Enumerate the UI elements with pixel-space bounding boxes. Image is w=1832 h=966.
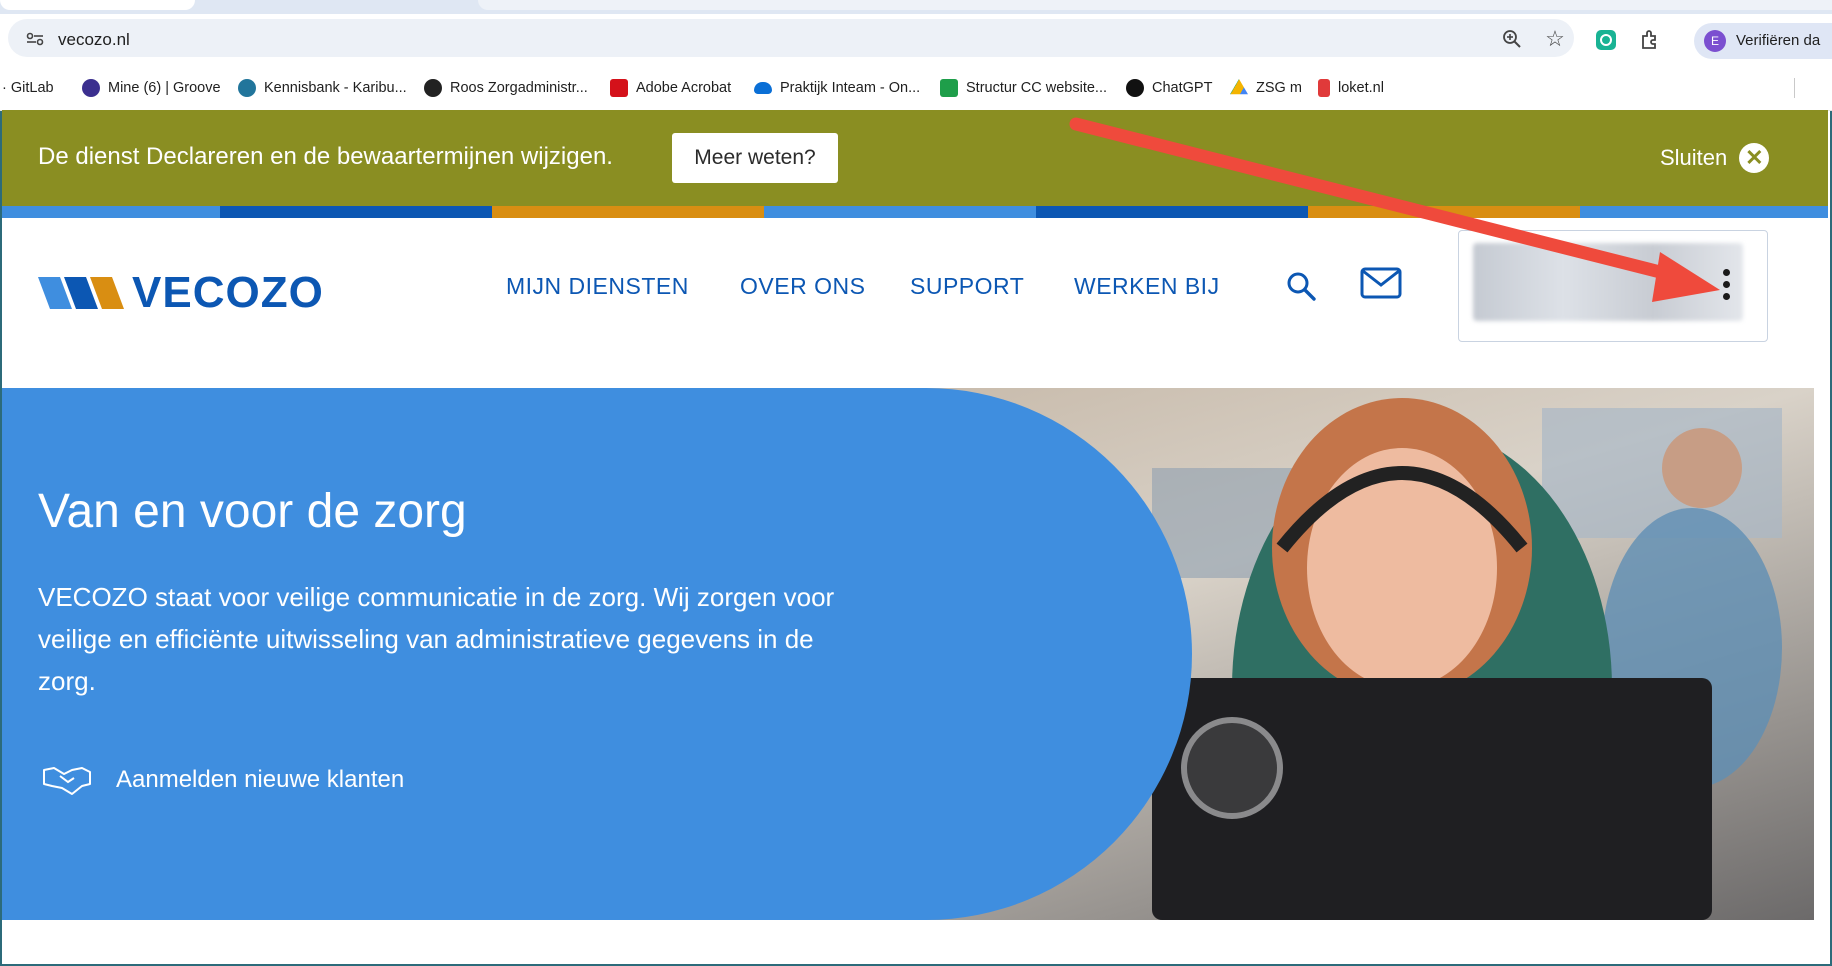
address-bar[interactable]: vecozo.nl ☆ [8,19,1574,57]
bookmark-label: Mine (6) | Groove [108,80,221,96]
close-icon: ✕ [1739,143,1770,173]
tab-inactive[interactable] [478,0,1832,10]
bookmarks-bar: · GitLab Mine (6) | Groove Kennisbank - … [0,66,1832,111]
nav-over-ons[interactable]: OVER ONS [740,273,865,300]
bookmark-roos[interactable]: Roos Zorgadministr... [424,66,588,110]
account-panel[interactable] [1458,230,1768,342]
mail-icon[interactable] [1360,266,1402,300]
bookmark-label: ChatGPT [1152,80,1213,96]
acrobat-icon [610,79,628,97]
bookmark-label: Roos Zorgadministr... [450,80,588,96]
loket-icon [1318,79,1330,97]
stripe-segment [220,206,492,218]
wordpress-icon [238,79,256,97]
bookmark-adobe[interactable]: Adobe Acrobat [610,66,731,110]
close-label: Sluiten [1660,145,1728,170]
stripe-segment [1308,206,1580,218]
profile-avatar: E [1704,30,1726,52]
page-below-fold [2,920,1828,962]
notice-banner: De dienst Declareren en de bewaartermijn… [2,110,1828,206]
stripe-segment [1036,206,1308,218]
bookmark-star-icon[interactable]: ☆ [1544,28,1566,50]
logo-mark-icon [38,277,124,309]
onedrive-icon [754,82,772,94]
extensions-puzzle-icon[interactable] [1638,28,1662,52]
nav-mijn-diensten[interactable]: MIJN DIENSTEN [506,273,689,300]
site-info-icon[interactable] [26,32,44,46]
groove-icon [82,79,100,97]
bookmark-label: ZSG m [1256,80,1302,96]
more-info-button[interactable]: Meer weten? [672,133,838,183]
bookmark-loket[interactable]: loket.nl [1318,66,1384,110]
extension-icon[interactable] [1594,28,1618,52]
profile-button[interactable]: E Verifiëren da [1694,23,1832,59]
stripe-segment [2,206,220,218]
bookmark-structur[interactable]: Structur CC website... [940,66,1107,110]
google-drive-icon [1230,79,1248,95]
notice-close-button[interactable]: Sluiten ✕ [1660,143,1770,173]
bookmark-label: Praktijk Inteam - On... [780,80,921,96]
url-text[interactable]: vecozo.nl [58,30,130,50]
more-options-icon[interactable] [1723,269,1731,303]
bookmark-praktijk[interactable]: Praktijk Inteam - On... [754,66,920,110]
roos-icon [424,79,442,97]
stripe-segment [1580,206,1828,218]
nav-werken-bij[interactable]: WERKEN BIJ [1074,273,1220,300]
bookmark-kennisbank[interactable]: Kennisbank - Karibu... [238,66,407,110]
bookmark-zsg[interactable]: ZSG m [1230,66,1302,110]
tab-active[interactable] [0,0,195,10]
chatgpt-icon [1126,79,1144,97]
stripe-segment [492,206,764,218]
register-new-clients-link[interactable]: Aanmelden nieuwe klanten [116,766,404,794]
bookmark-label: loket.nl [1338,80,1384,96]
tab-strip [0,0,1832,14]
bookmark-label: Structur CC website... [966,80,1108,96]
hero-section: Van en voor de zorg VECOZO staat voor ve… [2,388,1814,920]
bookmark-label: · GitLab [2,80,54,96]
site-header: VECOZO MIJN DIENSTEN OVER ONS SUPPORT WE… [2,218,1828,388]
browser-toolbar: vecozo.nl ☆ E Verifiëren da [0,14,1832,66]
profile-label: Verifiëren da [1736,32,1821,49]
sheets-icon [940,79,958,97]
bookmark-label: Adobe Acrobat [636,80,732,96]
stripe-segment [764,206,1036,218]
hero-description: VECOZO staat voor veilige communicatie i… [38,582,835,696]
hero-title: Van en voor de zorg [38,485,467,538]
bookmark-label: Kennisbank - Karibu... [264,80,407,96]
bookmark-gitlab[interactable]: · GitLab [2,66,54,110]
account-info-redacted [1473,243,1743,321]
search-icon[interactable] [1285,270,1317,302]
bookmark-chatgpt[interactable]: ChatGPT [1126,66,1212,110]
bookmark-groove[interactable]: Mine (6) | Groove [82,66,221,110]
nav-support[interactable]: SUPPORT [910,273,1024,300]
vecozo-logo[interactable]: VECOZO [38,268,324,318]
zoom-icon[interactable] [1502,29,1522,49]
notice-text: De dienst Declareren en de bewaartermijn… [38,143,613,170]
logo-text: VECOZO [132,268,324,317]
page-edge [1814,388,1828,920]
handshake-icon[interactable] [42,764,92,796]
bookmarks-divider [1794,78,1795,98]
